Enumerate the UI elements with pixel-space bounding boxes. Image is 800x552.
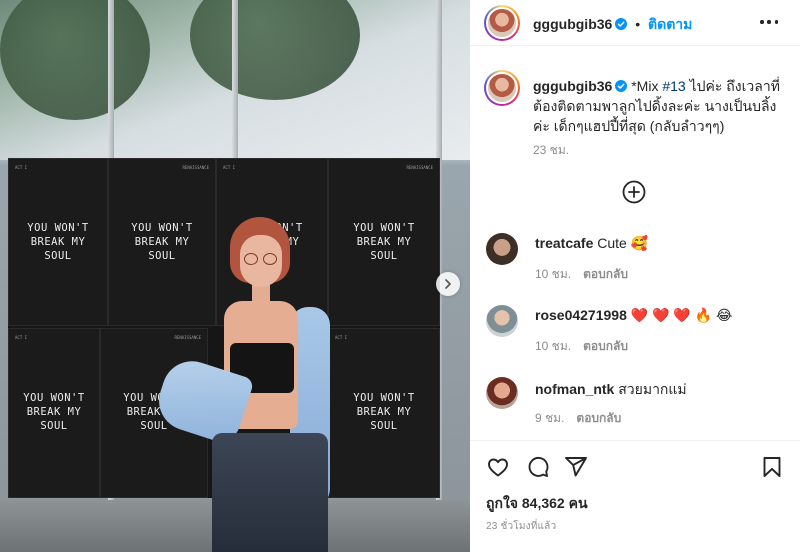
- comment-meta: 10 ชม. ตอบกลับ: [535, 265, 628, 284]
- comment-meta: 9 ชม. ตอบกลับ: [535, 409, 621, 428]
- chevron-right-icon: [445, 279, 451, 289]
- poster-text: YOU WON'T BREAK MY SOUL: [27, 222, 89, 262]
- caption-text: gggubgib36 *Mix #13 ไปค่ะ ถึงเวลาที่ต้อง…: [533, 76, 791, 136]
- comment-username[interactable]: nofman_ntk: [535, 381, 614, 397]
- next-photo-button[interactable]: [436, 272, 460, 296]
- verified-badge-icon: [615, 18, 628, 30]
- comment-body: treatcafe Cute 🥰: [535, 235, 648, 252]
- verified-badge-icon: [615, 80, 628, 92]
- follow-button[interactable]: ติดตาม: [648, 16, 692, 32]
- comment-time: 10 ชม.: [535, 339, 572, 353]
- avatar[interactable]: [484, 5, 520, 41]
- plus-circle-icon[interactable]: [622, 180, 646, 204]
- likes-count[interactable]: ถูกใจ 84,362 คน: [486, 493, 588, 515]
- comment-body: rose04271998 ❤️ ❤️ ❤️ 🔥 😂: [535, 307, 732, 324]
- comment-username[interactable]: treatcafe: [535, 235, 593, 251]
- reply-button[interactable]: ตอบกลับ: [583, 339, 628, 353]
- poster-small-text: RENAISSANCE: [182, 165, 210, 170]
- avatar[interactable]: [484, 70, 520, 106]
- bookmark-icon[interactable]: [760, 455, 784, 479]
- poster: ACT I YOU WON'T BREAK MY SOUL: [8, 158, 108, 326]
- comment-text: Cute 🥰: [597, 235, 649, 251]
- comment-username[interactable]: rose04271998: [535, 307, 627, 323]
- comment-meta: 10 ชม. ตอบกลับ: [535, 337, 628, 356]
- caption-time: 23 ชม.: [533, 143, 570, 157]
- poster-small-text: RENAISSANCE: [406, 165, 434, 170]
- comment-item: rose04271998 ❤️ ❤️ ❤️ 🔥 😂 10 ชม. ตอบกลับ: [470, 305, 800, 365]
- reply-button[interactable]: ตอบกลับ: [576, 411, 621, 425]
- caption-body: *Mix: [631, 78, 663, 94]
- comment-time: 10 ชม.: [535, 267, 572, 281]
- comment-text: สวยมากแม่: [618, 381, 687, 397]
- comment-item: nofman_ntk สวยมากแม่ 9 ชม. ตอบกลับ: [470, 377, 800, 437]
- posted-time: 23 ชั่วโมงที่แล้ว: [486, 521, 557, 532]
- hashtag-link[interactable]: #13: [662, 78, 685, 94]
- separator: •: [635, 16, 641, 32]
- avatar[interactable]: [486, 305, 518, 337]
- comment-body: nofman_ntk สวยมากแม่: [535, 379, 687, 401]
- poster-small-text: ACT I: [15, 335, 28, 340]
- comment-time: 9 ชม.: [535, 411, 565, 425]
- username-link[interactable]: gggubgib36: [533, 16, 612, 32]
- glasses: [244, 253, 278, 265]
- person-figure: [151, 215, 360, 552]
- poster-small-text: ACT I: [223, 165, 236, 170]
- post-sidebar: gggubgib36 • ติดตาม gggubgib36 *Mix #13 …: [470, 0, 800, 552]
- post-actions: ถูกใจ 84,362 คน 23 ชั่วโมงที่แล้ว: [470, 440, 800, 552]
- share-icon[interactable]: [564, 455, 588, 479]
- jeans: [212, 433, 328, 552]
- avatar[interactable]: [486, 233, 518, 265]
- post-header: gggubgib36 • ติดตาม: [470, 0, 800, 46]
- comment-text: ❤️ ❤️ ❤️ 🔥 😂: [630, 307, 733, 323]
- poster: ACT I YOU WON'T BREAK MY SOUL: [8, 328, 100, 498]
- more-options-icon[interactable]: [760, 13, 778, 31]
- caption-username[interactable]: gggubgib36: [533, 78, 612, 94]
- heart-icon[interactable]: [486, 455, 510, 479]
- reply-button[interactable]: ตอบกลับ: [583, 267, 628, 281]
- comment-item: treatcafe Cute 🥰 10 ชม. ตอบกลับ: [470, 233, 800, 293]
- comment-icon[interactable]: [526, 455, 550, 479]
- avatar[interactable]: [486, 377, 518, 409]
- header-user: gggubgib36 • ติดตาม: [533, 14, 692, 36]
- poster-text: YOU WON'T BREAK MY SOUL: [23, 392, 85, 432]
- post-photo[interactable]: ACT I YOU WON'T BREAK MY SOUL RENAISSANC…: [0, 0, 470, 552]
- poster-small-text: ACT I: [15, 165, 28, 170]
